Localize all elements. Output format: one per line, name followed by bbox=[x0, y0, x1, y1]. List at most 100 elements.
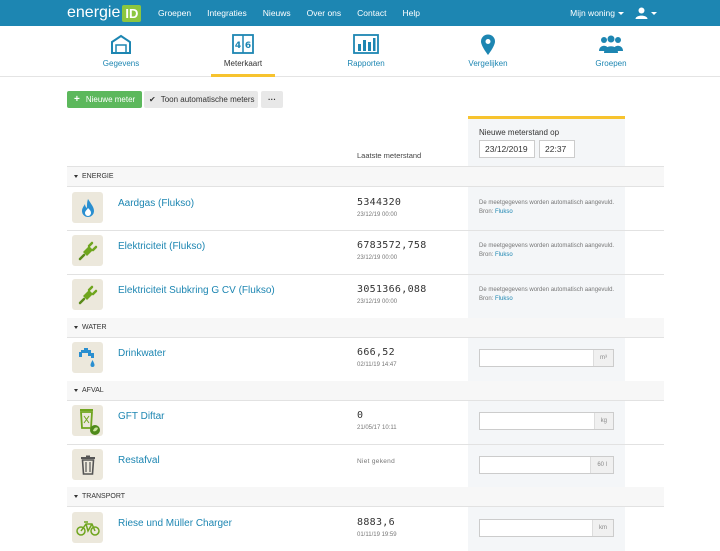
main-nav: Groepen Integraties Nieuws Over ons Cont… bbox=[158, 0, 436, 26]
meter-date: 23/12/19 00:00 bbox=[357, 212, 398, 218]
bicycle-icon bbox=[72, 512, 103, 543]
divider bbox=[67, 444, 664, 445]
meter-name-riese-und-muller[interactable]: Riese und Müller Charger bbox=[118, 518, 232, 529]
reading-input-riese-und-muller[interactable]: km bbox=[479, 519, 614, 537]
meter-value: 5344320 bbox=[357, 197, 402, 208]
svg-text:6: 6 bbox=[245, 41, 251, 51]
meter-icon: 4 6 bbox=[232, 34, 254, 54]
auto-note-source[interactable]: Flukso bbox=[495, 209, 513, 215]
section-title: ENERGIE bbox=[82, 173, 114, 180]
meter-value: 8883,6 bbox=[357, 517, 395, 528]
tab-label: Rapporten bbox=[347, 59, 385, 68]
top-navbar: energie ID Groepen Integraties Nieuws Ov… bbox=[0, 0, 720, 26]
nav-link-integraties[interactable]: Integraties bbox=[207, 8, 247, 18]
meter-value: Niet gekend bbox=[357, 458, 395, 465]
meter-name-drinkwater[interactable]: Drinkwater bbox=[118, 348, 166, 359]
meter-date: 23/12/19 00:00 bbox=[357, 255, 398, 261]
nav-link-over-ons[interactable]: Over ons bbox=[307, 8, 342, 18]
gas-flame-icon bbox=[72, 192, 103, 223]
auto-note-source[interactable]: Flukso bbox=[495, 252, 513, 258]
nav-link-contact[interactable]: Contact bbox=[357, 8, 386, 18]
tab-label: Meterkaart bbox=[223, 59, 263, 68]
divider bbox=[67, 337, 664, 338]
section-afval[interactable]: AFVAL bbox=[67, 381, 664, 400]
plug-icon bbox=[72, 235, 103, 266]
brand-logo[interactable]: energie ID bbox=[67, 3, 142, 23]
reading-time-input[interactable]: 22:37 bbox=[539, 140, 575, 158]
home-menu-label: Mijn woning bbox=[570, 8, 615, 18]
meter-date: 21/05/17 10:11 bbox=[357, 425, 397, 431]
tab-meterkaart[interactable]: 4 6 Meterkaart bbox=[193, 26, 293, 77]
caret-down-icon bbox=[74, 389, 78, 392]
caret-down-icon bbox=[74, 495, 78, 498]
meter-value: 666,52 bbox=[357, 347, 395, 358]
auto-note-source[interactable]: Flukso bbox=[495, 296, 513, 302]
reading-date-input[interactable]: 23/12/2019 bbox=[479, 140, 535, 158]
reading-input-restafval[interactable]: 60 l bbox=[479, 456, 614, 474]
user-menu[interactable] bbox=[635, 0, 657, 26]
section-tabs: Gegevens 4 6 Meterkaart Rapporten Vergel… bbox=[0, 26, 720, 77]
reading-input-gft-diftar[interactable]: kg bbox=[479, 412, 614, 430]
meter-name-elektriciteit-subkring[interactable]: Elektriciteit Subkring G CV (Flukso) bbox=[118, 285, 275, 296]
map-pin-icon bbox=[481, 34, 495, 55]
meter-date: 23/12/19 00:00 bbox=[357, 299, 398, 305]
tab-vergelijken[interactable]: Vergelijken bbox=[438, 26, 538, 77]
auto-fill-note: De meetgegevens worden automatisch aange… bbox=[479, 199, 619, 217]
section-title: TRANSPORT bbox=[82, 493, 126, 500]
auto-fill-note: De meetgegevens worden automatisch aange… bbox=[479, 286, 619, 304]
section-water[interactable]: WATER bbox=[67, 318, 664, 337]
divider bbox=[67, 230, 664, 231]
unit-label: kg bbox=[593, 413, 613, 429]
plug-icon bbox=[72, 279, 103, 310]
meter-date: 02/11/19 14:47 bbox=[357, 362, 397, 368]
nav-link-nieuws[interactable]: Nieuws bbox=[263, 8, 291, 18]
meter-value: 0 bbox=[357, 410, 364, 421]
nav-link-help[interactable]: Help bbox=[402, 8, 419, 18]
home-menu[interactable]: Mijn woning bbox=[570, 0, 624, 26]
unit-label: 60 l bbox=[590, 457, 613, 473]
users-icon bbox=[599, 35, 623, 53]
meter-name-restafval[interactable]: Restafval bbox=[118, 455, 160, 466]
user-icon bbox=[635, 7, 648, 19]
section-transport[interactable]: TRANSPORT bbox=[67, 487, 664, 506]
unit-label: km bbox=[592, 520, 613, 536]
divider bbox=[67, 274, 664, 275]
chevron-down-icon bbox=[651, 11, 657, 15]
green-bin-icon bbox=[72, 405, 103, 436]
meter-date: 01/11/19 19:59 bbox=[357, 532, 397, 538]
new-meter-button[interactable]: + Nieuwe meter bbox=[67, 91, 142, 108]
tab-gegevens[interactable]: Gegevens bbox=[71, 26, 171, 77]
section-title: AFVAL bbox=[82, 387, 104, 394]
tab-label: Vergelijken bbox=[468, 59, 508, 68]
tab-label: Groepen bbox=[595, 59, 627, 68]
new-reading-title: Nieuwe meterstand op bbox=[479, 128, 560, 137]
water-tap-icon bbox=[72, 342, 103, 373]
bar-chart-icon bbox=[353, 34, 379, 54]
house-icon bbox=[111, 34, 131, 54]
plus-icon: + bbox=[74, 94, 80, 105]
caret-down-icon bbox=[74, 175, 78, 178]
tab-label: Gegevens bbox=[102, 59, 140, 68]
unit-label: m³ bbox=[593, 350, 613, 366]
meter-value: 3051366,088 bbox=[357, 284, 427, 295]
reading-input-drinkwater[interactable]: m³ bbox=[479, 349, 614, 367]
section-energie[interactable]: ENERGIE bbox=[67, 167, 664, 186]
trash-bin-icon bbox=[72, 449, 103, 480]
show-auto-meters-button[interactable]: ✔ Toon automatische meters bbox=[144, 91, 258, 108]
tab-rapporten[interactable]: Rapporten bbox=[316, 26, 416, 77]
new-meter-label: Nieuwe meter bbox=[85, 95, 136, 104]
more-options-button[interactable]: ··· bbox=[261, 91, 283, 108]
tab-groepen[interactable]: Groepen bbox=[561, 26, 661, 77]
meter-name-gft-diftar[interactable]: GFT Diftar bbox=[118, 411, 164, 422]
section-title: WATER bbox=[82, 324, 107, 331]
meter-name-aardgas[interactable]: Aardgas (Flukso) bbox=[118, 198, 194, 209]
show-auto-label: Toon automatische meters bbox=[160, 95, 255, 104]
brand-text: energie bbox=[67, 4, 121, 21]
divider bbox=[67, 400, 664, 401]
divider bbox=[67, 186, 664, 187]
svg-text:4: 4 bbox=[235, 41, 241, 51]
meter-name-elektriciteit[interactable]: Elektriciteit (Flukso) bbox=[118, 241, 205, 252]
auto-fill-note: De meetgegevens worden automatisch aange… bbox=[479, 242, 619, 260]
nav-link-groepen[interactable]: Groepen bbox=[158, 8, 191, 18]
last-reading-header: Laatste meterstand bbox=[357, 151, 422, 160]
